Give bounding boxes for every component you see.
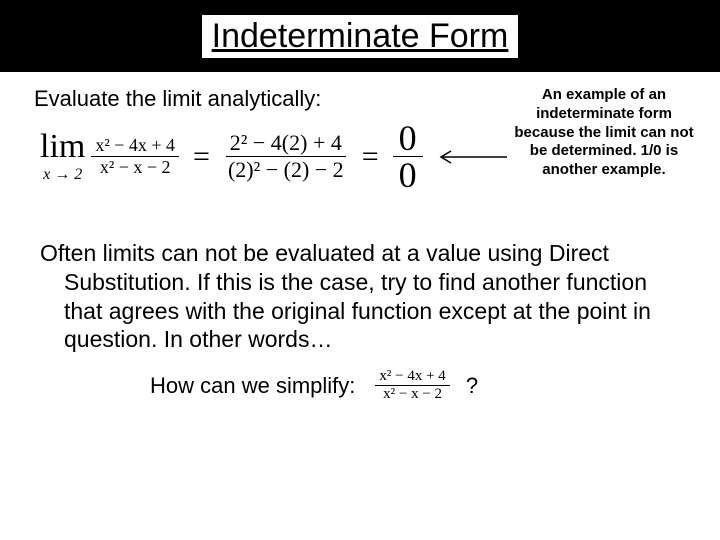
- frac3-den: 0: [393, 157, 423, 193]
- frac1-den: x² − x − 2: [96, 157, 175, 178]
- simplify-fraction: x² − 4x + 4 x² − x − 2: [375, 368, 449, 403]
- limit-operator: lim x → 2: [40, 130, 85, 184]
- equals-1: =: [193, 140, 210, 174]
- simplify-num: x² − 4x + 4: [375, 368, 449, 386]
- simplify-row: How can we simplify: x² − 4x + 4 x² − x …: [150, 368, 720, 403]
- lim-word: lim: [40, 130, 85, 164]
- fraction-result: 0 0: [393, 120, 423, 193]
- arrow-left-icon: [437, 149, 507, 165]
- frac1-num: x² − 4x + 4: [91, 135, 179, 157]
- page-title: Indeterminate Form: [202, 15, 519, 58]
- fraction-2: 2² − 4(2) + 4 (2)² − (2) − 2: [224, 130, 348, 183]
- frac3-num: 0: [393, 120, 423, 157]
- simplify-den: x² − x − 2: [379, 386, 446, 403]
- question-mark: ?: [466, 373, 478, 399]
- frac2-num: 2² − 4(2) + 4: [226, 130, 346, 157]
- fraction-1: x² − 4x + 4 x² − x − 2: [91, 135, 179, 178]
- simplify-prompt: How can we simplify:: [150, 373, 355, 399]
- annotation-note: An example of an indeterminate form beca…: [510, 86, 698, 180]
- body-paragraph: Often limits can not be evaluated at a v…: [40, 239, 680, 354]
- equals-2: =: [362, 140, 379, 174]
- frac2-den: (2)² − (2) − 2: [224, 157, 348, 183]
- title-bar: Indeterminate Form: [0, 0, 720, 72]
- lim-approach: x → 2: [43, 166, 82, 184]
